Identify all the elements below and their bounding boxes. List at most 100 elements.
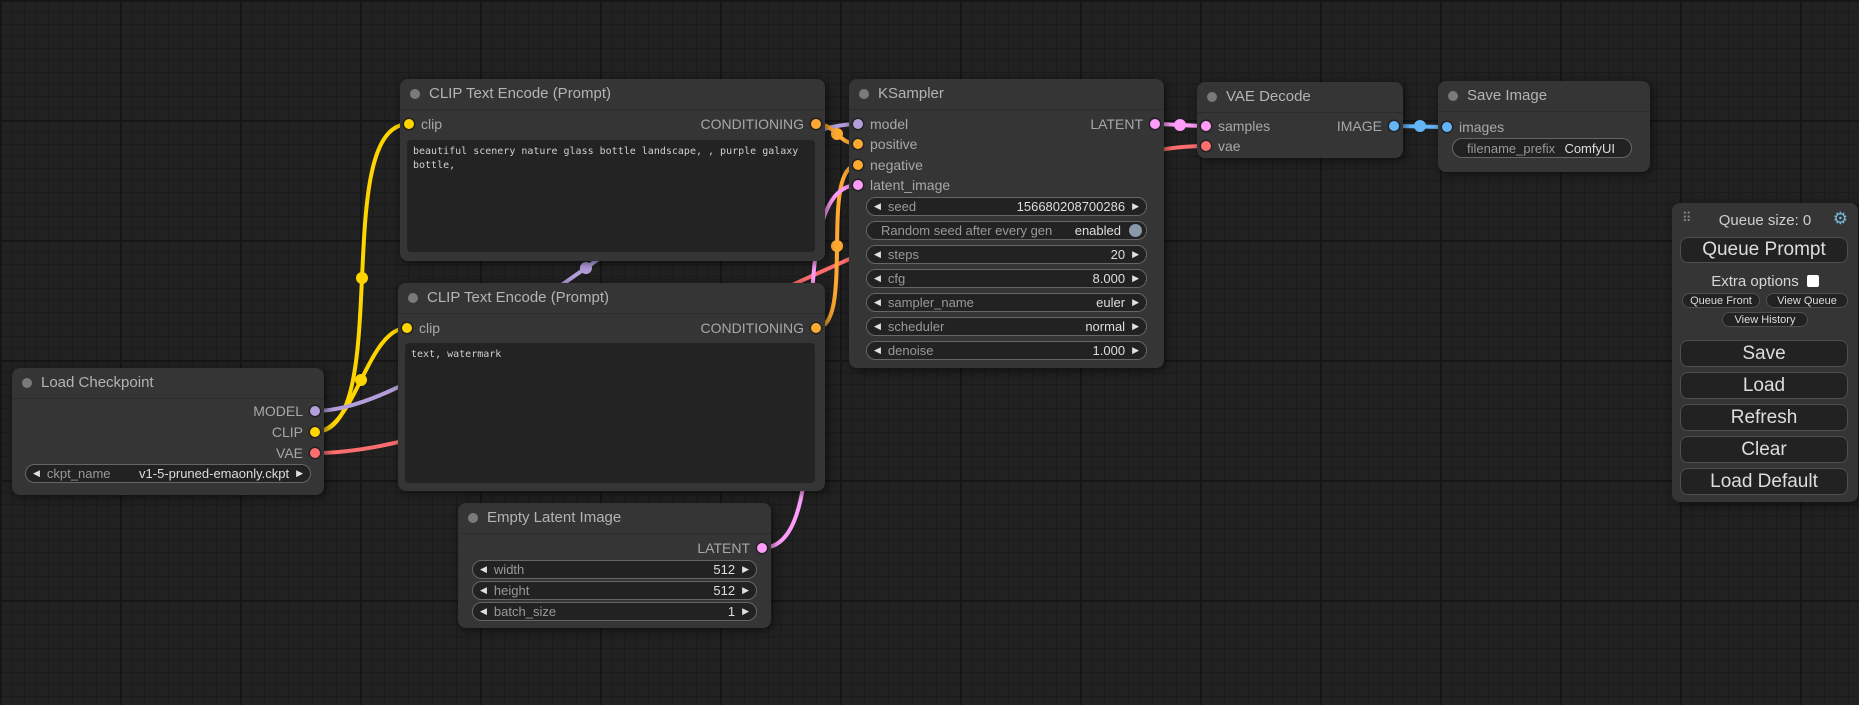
view-history-button[interactable]: View History (1722, 312, 1808, 327)
slot-dot-vae[interactable] (310, 448, 320, 458)
slot-dot-latent[interactable] (1150, 119, 1160, 129)
node-title[interactable]: Load Checkpoint (12, 368, 324, 399)
node-graph-canvas[interactable]: Load Checkpoint MODEL CLIP VAE ◀ ckpt_na… (0, 0, 1859, 705)
input-slot-latent-image[interactable]: latent_image (853, 175, 950, 195)
slot-dot-latent[interactable] (1201, 121, 1211, 131)
slot-dot-conditioning[interactable] (853, 160, 863, 170)
input-slot-vae[interactable]: vae (1201, 136, 1241, 156)
slot-dot-clip[interactable] (402, 323, 412, 333)
slot-dot-clip[interactable] (310, 427, 320, 437)
load-default-button[interactable]: Load Default (1680, 468, 1848, 495)
slot-dot-vae[interactable] (1201, 141, 1211, 151)
widget-seed[interactable]: ◀ seed 156680208700286 ▶ (866, 197, 1147, 216)
output-slot-latent[interactable]: LATENT (697, 538, 767, 558)
refresh-button[interactable]: Refresh (1680, 404, 1848, 431)
input-slot-images[interactable]: images (1442, 117, 1504, 137)
node-title[interactable]: CLIP Text Encode (Prompt) (398, 283, 825, 314)
widget-steps[interactable]: ◀ steps 20 ▶ (866, 245, 1147, 264)
slot-dot-model[interactable] (310, 406, 320, 416)
decrement-arrow-icon[interactable]: ◀ (473, 561, 494, 578)
toggle-on-icon[interactable] (1129, 224, 1142, 237)
node-clip-text-encode-negative[interactable]: CLIP Text Encode (Prompt) clip CONDITION… (398, 283, 825, 491)
collapse-dot-icon[interactable] (1448, 91, 1458, 101)
increment-arrow-icon[interactable]: ▶ (735, 603, 756, 620)
queue-front-button[interactable]: Queue Front (1682, 293, 1760, 308)
load-button[interactable]: Load (1680, 372, 1848, 399)
save-button[interactable]: Save (1680, 340, 1848, 367)
widget-cfg[interactable]: ◀ cfg 8.000 ▶ (866, 269, 1147, 288)
widget-denoise[interactable]: ◀ denoise 1.000 ▶ (866, 341, 1147, 360)
increment-arrow-icon[interactable]: ▶ (289, 465, 310, 482)
node-ksampler[interactable]: KSampler model LATENT positive negative … (849, 79, 1164, 368)
input-slot-clip[interactable]: clip (402, 318, 440, 338)
queue-prompt-button[interactable]: Queue Prompt (1680, 237, 1848, 263)
slot-dot-latent[interactable] (853, 180, 863, 190)
widget-ckpt-name[interactable]: ◀ ckpt_name v1-5-pruned-emaonly.ckpt ▶ (25, 464, 311, 483)
collapse-dot-icon[interactable] (468, 513, 478, 523)
collapse-dot-icon[interactable] (22, 378, 32, 388)
slot-dot-conditioning[interactable] (811, 119, 821, 129)
output-slot-conditioning[interactable]: CONDITIONING (701, 114, 821, 134)
decrement-arrow-icon[interactable]: ◀ (867, 198, 888, 215)
widget-height[interactable]: ◀ height 512 ▶ (472, 581, 757, 600)
decrement-arrow-icon[interactable]: ◀ (867, 270, 888, 287)
node-save-image[interactable]: Save Image images filename_prefix ComfyU… (1438, 81, 1650, 172)
node-empty-latent-image[interactable]: Empty Latent Image LATENT ◀ width 512 ▶ … (458, 503, 771, 628)
slot-dot-conditioning[interactable] (811, 323, 821, 333)
collapse-dot-icon[interactable] (1207, 92, 1217, 102)
node-title[interactable]: CLIP Text Encode (Prompt) (400, 79, 825, 110)
node-title[interactable]: Save Image (1438, 81, 1650, 112)
node-load-checkpoint[interactable]: Load Checkpoint MODEL CLIP VAE ◀ ckpt_na… (12, 368, 324, 495)
view-queue-button[interactable]: View Queue (1766, 293, 1848, 308)
increment-arrow-icon[interactable]: ▶ (1125, 246, 1146, 263)
input-slot-samples[interactable]: samples (1201, 116, 1270, 136)
decrement-arrow-icon[interactable]: ◀ (867, 318, 888, 335)
collapse-dot-icon[interactable] (408, 293, 418, 303)
output-slot-clip[interactable]: CLIP (272, 422, 320, 442)
output-slot-latent[interactable]: LATENT (1090, 114, 1160, 134)
output-slot-conditioning[interactable]: CONDITIONING (701, 318, 821, 338)
input-slot-positive[interactable]: positive (853, 134, 917, 154)
slot-dot-conditioning[interactable] (853, 139, 863, 149)
widget-random-seed-toggle[interactable]: Random seed after every gen enabled (866, 221, 1147, 240)
increment-arrow-icon[interactable]: ▶ (735, 582, 756, 599)
increment-arrow-icon[interactable]: ▶ (1125, 270, 1146, 287)
widget-width[interactable]: ◀ width 512 ▶ (472, 560, 757, 579)
increment-arrow-icon[interactable]: ▶ (1125, 342, 1146, 359)
input-slot-negative[interactable]: negative (853, 155, 923, 175)
prompt-textarea[interactable]: text, watermark (405, 343, 815, 483)
collapse-dot-icon[interactable] (410, 89, 420, 99)
widget-sampler-name[interactable]: ◀ sampler_name euler ▶ (866, 293, 1147, 312)
extra-options-checkbox[interactable] (1807, 275, 1819, 287)
output-slot-model[interactable]: MODEL (253, 401, 320, 421)
decrement-arrow-icon[interactable]: ◀ (473, 582, 494, 599)
decrement-arrow-icon[interactable]: ◀ (867, 246, 888, 263)
slot-dot-clip[interactable] (404, 119, 414, 129)
collapse-dot-icon[interactable] (859, 89, 869, 99)
slot-dot-latent[interactable] (757, 543, 767, 553)
queue-menu-panel[interactable]: ⠿ Queue size: 0 ⚙ Queue Prompt Extra opt… (1672, 203, 1858, 502)
output-slot-vae[interactable]: VAE (276, 443, 320, 463)
widget-filename-prefix[interactable]: filename_prefix ComfyUI (1452, 138, 1632, 158)
decrement-arrow-icon[interactable]: ◀ (26, 465, 47, 482)
increment-arrow-icon[interactable]: ▶ (735, 561, 756, 578)
increment-arrow-icon[interactable]: ▶ (1125, 318, 1146, 335)
widget-scheduler[interactable]: ◀ scheduler normal ▶ (866, 317, 1147, 336)
increment-arrow-icon[interactable]: ▶ (1125, 198, 1146, 215)
decrement-arrow-icon[interactable]: ◀ (473, 603, 494, 620)
widget-batch-size[interactable]: ◀ batch_size 1 ▶ (472, 602, 757, 621)
prompt-textarea[interactable]: beautiful scenery nature glass bottle la… (407, 140, 815, 252)
input-slot-model[interactable]: model (853, 114, 908, 134)
node-vae-decode[interactable]: VAE Decode samples IMAGE vae (1197, 82, 1403, 158)
output-slot-image[interactable]: IMAGE (1337, 116, 1399, 136)
node-title[interactable]: Empty Latent Image (458, 503, 771, 534)
node-clip-text-encode-positive[interactable]: CLIP Text Encode (Prompt) clip CONDITION… (400, 79, 825, 261)
input-slot-clip[interactable]: clip (404, 114, 442, 134)
gear-icon[interactable]: ⚙ (1833, 209, 1848, 229)
node-title[interactable]: VAE Decode (1197, 82, 1403, 113)
slot-dot-image[interactable] (1442, 122, 1452, 132)
slot-dot-model[interactable] (853, 119, 863, 129)
decrement-arrow-icon[interactable]: ◀ (867, 294, 888, 311)
increment-arrow-icon[interactable]: ▶ (1125, 294, 1146, 311)
decrement-arrow-icon[interactable]: ◀ (867, 342, 888, 359)
